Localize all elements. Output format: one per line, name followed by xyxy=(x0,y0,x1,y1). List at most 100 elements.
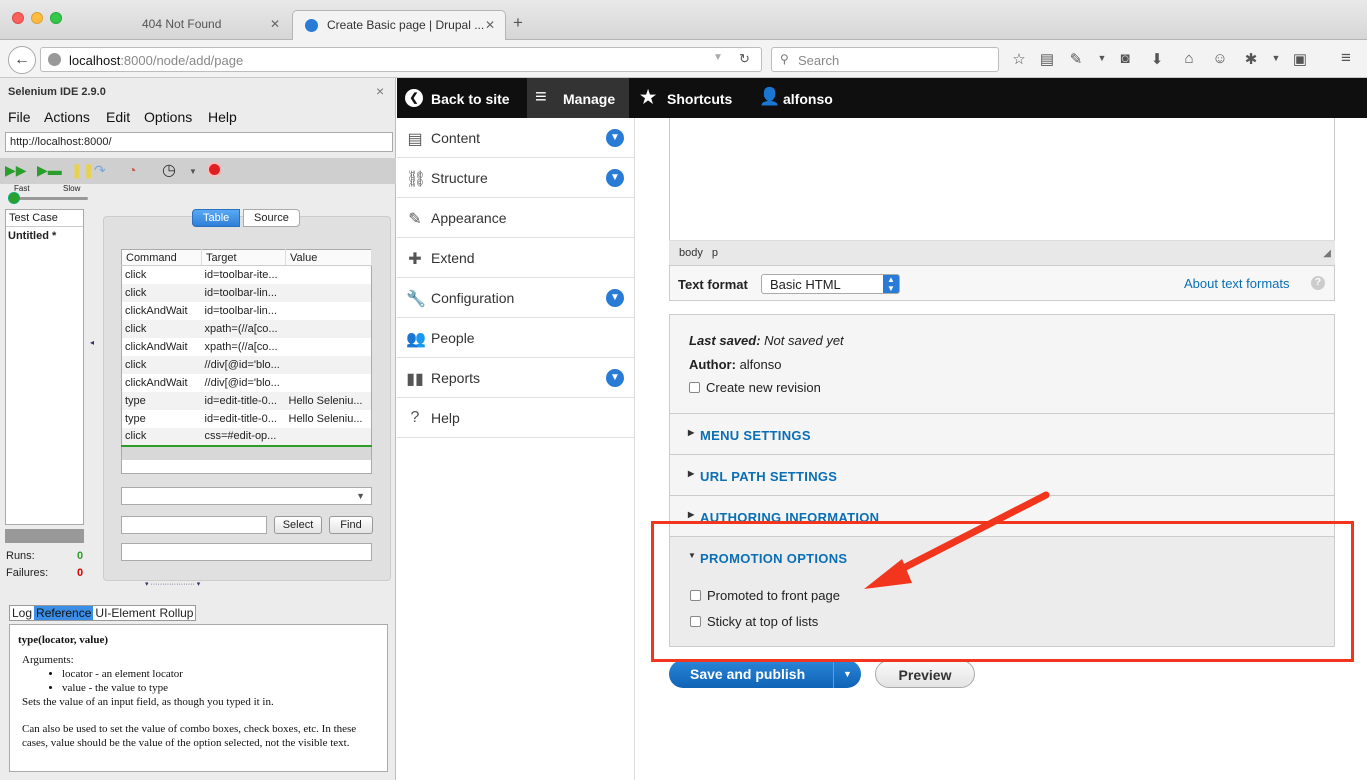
manage-label: Manage xyxy=(563,91,616,107)
select-button[interactable]: Select xyxy=(274,516,322,534)
record-button[interactable] xyxy=(207,162,222,177)
table-row[interactable]: click id=toolbar-lin... xyxy=(121,283,372,302)
path-element[interactable]: p xyxy=(712,247,718,259)
hamburger-menu-icon[interactable]: ≡ xyxy=(1336,48,1356,68)
save-and-publish-button[interactable]: Save and publish ▼ xyxy=(669,660,861,688)
menu-item-extend[interactable]: ✚ Extend xyxy=(397,238,635,278)
chevron-down-icon[interactable]: ▼ xyxy=(189,167,197,176)
user-tab[interactable]: 👤 alfonso xyxy=(759,78,833,118)
play-current-icon[interactable]: ▶▬ xyxy=(37,162,62,179)
reading-list-icon[interactable]: ▤ xyxy=(1037,50,1057,68)
new-tab-button[interactable]: + xyxy=(513,13,523,33)
home-icon[interactable]: ⌂ xyxy=(1179,50,1199,67)
splitter-handle[interactable]: ◂ xyxy=(90,338,94,347)
command-select[interactable]: ▼ xyxy=(121,487,372,505)
rollup-icon[interactable]: ◔ xyxy=(128,162,136,178)
reload-icon[interactable]: ↻ xyxy=(739,51,750,67)
close-window-button[interactable] xyxy=(12,12,24,24)
menu-item-people[interactable]: 👥 People xyxy=(397,318,635,358)
slider-handle[interactable] xyxy=(8,192,20,204)
schedule-clock-icon[interactable]: ◷ xyxy=(162,160,176,180)
menu-edit[interactable]: Edit xyxy=(106,109,130,125)
table-row-empty[interactable] xyxy=(121,459,372,474)
help-icon[interactable]: ? xyxy=(1311,276,1325,290)
download-icon[interactable]: ⬇ xyxy=(1147,50,1167,68)
tab-rollup[interactable]: Rollup xyxy=(157,606,195,620)
close-icon[interactable]: ✕ xyxy=(485,18,495,32)
menu-file[interactable]: File xyxy=(8,109,31,125)
tab-source[interactable]: Source xyxy=(243,209,300,227)
table-row[interactable]: clickAndWait id=toolbar-lin... xyxy=(122,302,372,320)
tab-404[interactable]: 404 Not Found ✕ xyxy=(130,10,290,40)
addon-icon[interactable]: ▣ xyxy=(1290,50,1310,68)
chevron-down-icon[interactable]: ▼ xyxy=(1092,53,1112,63)
tab-create-basic-page[interactable]: Create Basic page | Drupal ... ✕ xyxy=(292,10,506,40)
step-icon[interactable]: ↷ xyxy=(94,162,106,179)
menu-item-structure[interactable]: ⛓ Structure ▼ xyxy=(397,158,635,198)
column-header[interactable]: Command xyxy=(121,249,202,266)
chevron-down-icon[interactable]: ▼ xyxy=(1266,53,1286,63)
shortcuts-tab[interactable]: ★ Shortcuts xyxy=(640,78,732,118)
path-element[interactable]: body xyxy=(679,247,703,259)
tab-reference[interactable]: Reference xyxy=(34,606,94,620)
menu-item-reports[interactable]: ▮▮ Reports ▼ xyxy=(397,358,635,398)
table-row[interactable]: type id=edit-title-0... Hello Seleniu... xyxy=(122,410,372,428)
new-revision-checkbox[interactable] xyxy=(689,382,700,393)
value-input[interactable] xyxy=(121,543,372,561)
minimize-window-button[interactable] xyxy=(31,12,43,24)
close-icon[interactable]: × xyxy=(376,83,384,99)
bookmark-star-icon[interactable]: ☆ xyxy=(1009,50,1029,68)
back-arrow-icon[interactable]: ← xyxy=(8,46,36,74)
menu-options[interactable]: Options xyxy=(144,109,192,125)
speed-slider[interactable] xyxy=(8,192,88,204)
new-revision-row[interactable]: Create new revision xyxy=(689,380,821,395)
target-input[interactable] xyxy=(121,516,267,534)
preview-button[interactable]: Preview xyxy=(875,660,975,688)
back-to-site-link[interactable]: ❮ Back to site xyxy=(405,78,510,118)
table-row[interactable]: clickAndWait xpath=(//a[co... xyxy=(122,338,372,356)
maximize-window-button[interactable] xyxy=(50,12,62,24)
pocket-icon[interactable]: ◙ xyxy=(1115,50,1135,67)
table-row[interactable]: click id=toolbar-ite... xyxy=(122,266,372,284)
menu-actions[interactable]: Actions xyxy=(44,109,90,125)
splitter-handle[interactable]: ▾ ··················· ▾ xyxy=(145,580,200,588)
table-row[interactable]: click xpath=(//a[co... xyxy=(121,319,372,338)
table-row[interactable]: type id=edit-title-0... Hello Seleniu... xyxy=(121,391,372,410)
column-header[interactable]: Target xyxy=(201,249,286,266)
manage-tab[interactable]: ≡ Manage xyxy=(527,78,629,118)
firebug-icon[interactable]: ✱ xyxy=(1241,50,1261,68)
tab-table[interactable]: Table xyxy=(192,209,241,227)
close-icon[interactable]: ✕ xyxy=(270,17,280,31)
chevron-down-icon[interactable]: ▼ xyxy=(833,660,861,688)
menu-item-help[interactable]: ? Help xyxy=(397,398,635,438)
column-header[interactable]: Value xyxy=(285,249,372,266)
chevron-down-icon[interactable]: ▼ xyxy=(606,289,624,307)
table-row[interactable]: click css=#edit-op... xyxy=(121,427,372,446)
chevron-down-icon[interactable]: ▼ xyxy=(606,369,624,387)
tab-log[interactable]: Log xyxy=(10,606,34,620)
about-text-formats-link[interactable]: About text formats xyxy=(1184,276,1290,291)
table-row-empty[interactable] xyxy=(121,445,372,460)
base-url-input[interactable]: http://localhost:8000/ xyxy=(5,132,393,152)
menu-settings-section[interactable]: ▶ MENU SETTINGS xyxy=(670,413,1334,454)
menu-item-appearance[interactable]: ✎ Appearance xyxy=(397,198,635,238)
menu-item-configuration[interactable]: 🔧 Configuration ▼ xyxy=(397,278,635,318)
table-row[interactable]: clickAndWait //div[@id='blo... xyxy=(122,374,372,392)
test-case-item[interactable]: Untitled * xyxy=(6,227,83,245)
find-button[interactable]: Find xyxy=(329,516,373,534)
text-format-select[interactable]: Basic HTML ▲ ▼ xyxy=(761,274,900,294)
chat-icon[interactable]: ☺ xyxy=(1210,50,1230,67)
tab-ui-element[interactable]: UI-Element xyxy=(93,606,157,620)
play-all-icon[interactable]: ▶▶ xyxy=(5,162,27,179)
menu-help[interactable]: Help xyxy=(208,109,237,125)
chevron-down-icon[interactable]: ▼ xyxy=(606,169,624,187)
table-row[interactable]: click//div[@id='blo... xyxy=(121,355,372,374)
selenium-icon[interactable]: ✎ xyxy=(1066,50,1086,68)
url-bar[interactable]: localhost:8000/node/add/page ▼ ↻ xyxy=(40,47,762,72)
dropdown-arrow-icon[interactable]: ▼ xyxy=(713,52,723,63)
search-input[interactable]: ⚲ Search xyxy=(771,47,999,72)
chevron-down-icon[interactable]: ▼ xyxy=(606,129,624,147)
resize-handle-icon[interactable]: ◢ xyxy=(1323,248,1331,259)
menu-item-content[interactable]: ▤ Content ▼ xyxy=(397,118,635,158)
pause-icon[interactable]: ❚❚ xyxy=(71,162,94,179)
